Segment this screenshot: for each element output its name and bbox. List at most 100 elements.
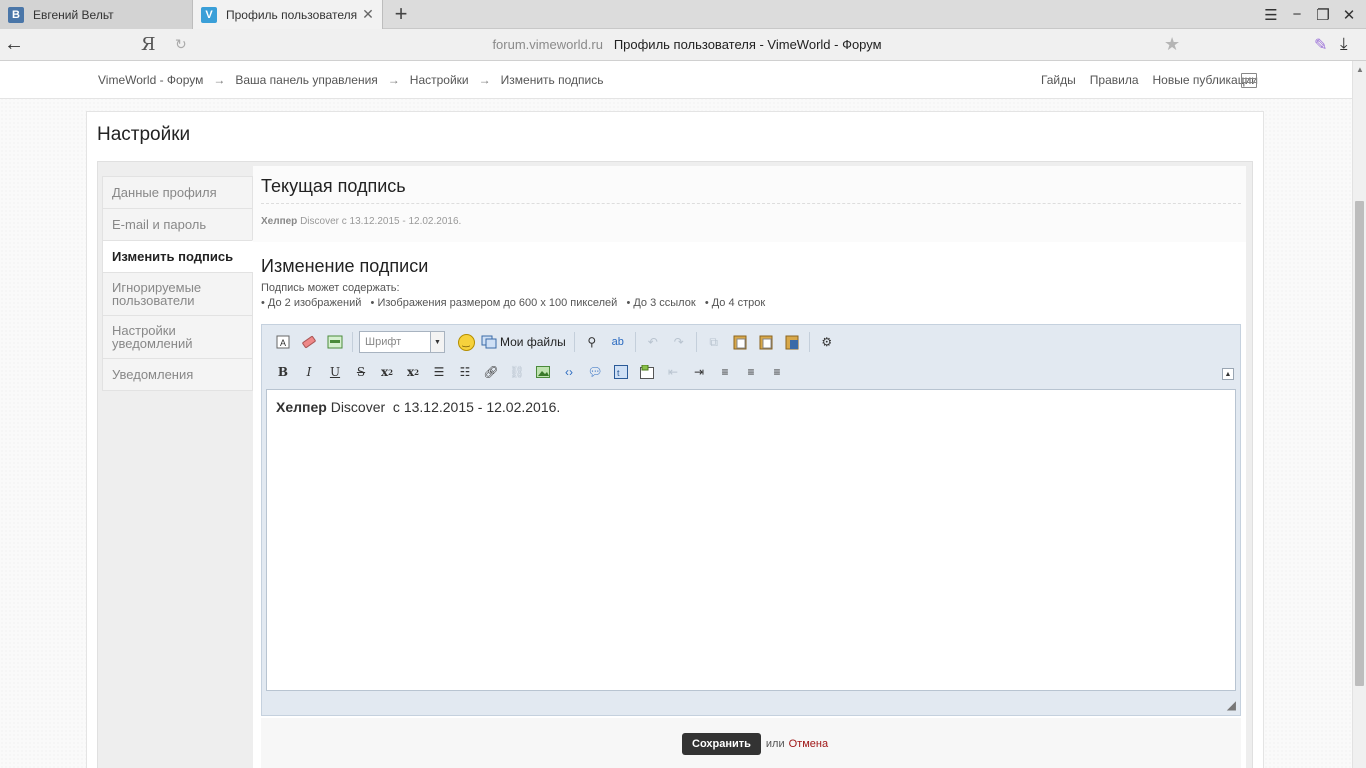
subscript-icon[interactable]: x2 <box>376 361 398 383</box>
download-icon[interactable]: ⤓ <box>1340 34 1348 54</box>
signature-limits: • До 2 изображений • Изображения размеро… <box>261 297 766 309</box>
signature-rules: Подпись может содержать: • До 2 изображе… <box>261 281 765 311</box>
browser-tab-forum[interactable]: V Профиль пользователя - ✕ <box>193 0 383 29</box>
breadcrumb-forum[interactable]: VimeWorld - Форум <box>98 73 203 87</box>
scroll-up-icon[interactable]: ▲ <box>1356 65 1364 74</box>
outdent-icon[interactable]: ⇤ <box>662 361 684 383</box>
settings-sidebar: Данные профиля E-mail и пароль Изменить … <box>102 176 253 391</box>
cancel-link[interactable]: Отмена <box>789 738 828 750</box>
breadcrumb-edit-signature[interactable]: Изменить подпись <box>501 73 604 87</box>
strikethrough-icon[interactable]: S <box>350 361 372 383</box>
browser-tab-vk[interactable]: В Евгений Вельт <box>0 0 193 29</box>
window-controls: ☰ − ❐ ✕ <box>1258 0 1362 29</box>
or-label: или <box>765 738 785 750</box>
bulleted-list-icon[interactable]: ☰ <box>428 361 450 383</box>
code-icon[interactable]: ‹› <box>558 361 580 383</box>
scrollbar-thumb[interactable] <box>1355 201 1364 686</box>
feather-icon[interactable]: ✎ <box>1314 35 1327 55</box>
settings-main: Текущая подпись Хелпер Discover с 13.12.… <box>253 166 1246 768</box>
breadcrumb-settings[interactable]: Настройки <box>410 73 469 87</box>
url-page-title: Профиль пользователя - VimeWorld - Форум <box>613 37 882 52</box>
signature-editor-area[interactable]: Хелпер Discover с 13.12.2015 - 12.02.201… <box>266 389 1236 691</box>
page-scrollbar[interactable]: ▲ <box>1352 61 1366 768</box>
copy-icon[interactable]: ⧉ <box>703 331 725 353</box>
align-center-icon[interactable]: ≡ <box>740 361 762 383</box>
toolbar-separator <box>808 332 810 352</box>
paste-word-icon[interactable] <box>781 331 803 353</box>
bookmark-star-icon[interactable]: ★ <box>1164 34 1180 55</box>
nav-menu-icon[interactable] <box>1241 73 1257 88</box>
current-signature-section: Текущая подпись Хелпер Discover с 13.12.… <box>253 166 1246 242</box>
smiley-icon[interactable]: ‿ <box>455 331 477 353</box>
font-select-value: Шрифт <box>365 336 402 348</box>
save-button[interactable]: Сохранить <box>682 733 761 755</box>
unlink-icon[interactable]: ⛓ <box>506 361 528 383</box>
replace-icon[interactable]: ab <box>607 331 629 353</box>
current-signature-heading: Текущая подпись <box>261 176 406 196</box>
vk-favicon-icon: В <box>8 6 24 23</box>
superscript-icon[interactable]: x2 <box>402 361 424 383</box>
vimeworld-favicon-icon: V <box>201 6 217 23</box>
form-actions: Сохранить или Отмена <box>261 718 1241 768</box>
chevron-down-icon[interactable]: ▼ <box>430 332 444 352</box>
underline-icon[interactable]: U <box>324 361 346 383</box>
undo-icon[interactable]: ↶ <box>642 331 664 353</box>
address-bar: ← Я ↻ forum.vimeworld.ru Профиль пользов… <box>0 29 1366 61</box>
sidebar-item-profile-data[interactable]: Данные профиля <box>102 176 253 208</box>
nav-link-guides[interactable]: Гайды <box>1041 73 1076 87</box>
minimize-icon[interactable]: − <box>1284 0 1310 29</box>
close-tab-icon[interactable]: ✕ <box>360 6 376 23</box>
quote-bubble-icon[interactable]: 💬︎ <box>584 361 606 383</box>
close-window-icon[interactable]: ✕ <box>1336 0 1362 29</box>
italic-icon[interactable]: I <box>298 361 320 383</box>
divider <box>261 203 1241 204</box>
sidebar-item-edit-signature[interactable]: Изменить подпись <box>102 240 253 272</box>
my-files-button[interactable]: Мои файлы <box>481 335 566 349</box>
bold-icon[interactable]: B <box>272 361 294 383</box>
template-icon[interactable] <box>324 331 346 353</box>
content-box: Настройки Данные профиля E-mail и пароль… <box>86 111 1264 768</box>
image-icon[interactable] <box>532 361 554 383</box>
rich-text-editor: A Шрифт ▼ ‿ Мои файлы ⚲ ab ↶ ↷ ⧉ ⚙ B I U… <box>261 324 1241 716</box>
sidebar-item-email-password[interactable]: E-mail и пароль <box>102 208 253 240</box>
files-icon <box>481 335 497 349</box>
menu-icon[interactable]: ☰ <box>1258 0 1284 29</box>
svg-text:A: A <box>280 338 286 348</box>
redo-icon[interactable]: ↷ <box>668 331 690 353</box>
new-tab-icon[interactable]: + <box>390 2 412 26</box>
eraser-icon[interactable] <box>298 331 320 353</box>
editor-toolbar-row-2: B I U S x2 x2 ☰ ☷ 🔗︎ ⛓ ‹› 💬︎ t ⇤ ⇥ ≡ ≡ ≡ <box>272 359 792 385</box>
form-actions-inner: Сохранить или Отмена <box>682 733 828 755</box>
numbered-list-icon[interactable]: ☷ <box>454 361 476 383</box>
find-binoculars-icon[interactable]: ⚲ <box>581 331 603 353</box>
font-select[interactable]: Шрифт ▼ <box>359 331 445 353</box>
indent-icon[interactable]: ⇥ <box>688 361 710 383</box>
spoiler-icon[interactable]: t <box>610 361 632 383</box>
source-mode-icon[interactable]: A <box>272 331 294 353</box>
sidebar-item-notifications[interactable]: Уведомления <box>102 358 253 391</box>
settings-gear-icon[interactable]: ⚙ <box>816 331 838 353</box>
breadcrumb: VimeWorld - Форум → Ваша панель управлен… <box>98 73 603 87</box>
insert-media-icon[interactable] <box>636 361 658 383</box>
align-right-icon[interactable]: ≡ <box>766 361 788 383</box>
breadcrumb-control-panel[interactable]: Ваша панель управления <box>235 73 377 87</box>
resize-handle-icon[interactable]: ◢ <box>1227 698 1236 712</box>
browser-tab-bar: В Евгений Вельт V Профиль пользователя -… <box>0 0 1366 29</box>
align-left-icon[interactable]: ≡ <box>714 361 736 383</box>
paste-text-icon[interactable] <box>755 331 777 353</box>
sidebar-item-notification-settings[interactable]: Настройки уведомлений <box>102 315 253 358</box>
paste-icon[interactable] <box>729 331 751 353</box>
editor-toolbar-row-1: A Шрифт ▼ ‿ Мои файлы ⚲ ab ↶ ↷ ⧉ ⚙ <box>272 329 842 355</box>
nav-link-rules[interactable]: Правила <box>1090 73 1139 87</box>
edit-signature-heading: Изменение подписи <box>261 256 429 276</box>
sidebar-item-ignored-users[interactable]: Игнорируемые пользователи <box>102 272 253 315</box>
toolbar-separator <box>352 332 353 352</box>
tab-title: Профиль пользователя - <box>226 7 360 22</box>
collapse-toolbar-icon[interactable]: ▲ <box>1222 368 1234 380</box>
current-signature-preview: Хелпер Discover с 13.12.2015 - 12.02.201… <box>261 216 461 227</box>
signature-text: Discover с 13.12.2015 - 12.02.2016. <box>297 216 462 227</box>
url-field[interactable]: forum.vimeworld.ru Профиль пользователя … <box>0 37 1366 52</box>
url-domain: forum.vimeworld.ru <box>492 37 603 52</box>
link-icon[interactable]: 🔗︎ <box>480 361 502 383</box>
restore-icon[interactable]: ❐ <box>1310 0 1336 29</box>
